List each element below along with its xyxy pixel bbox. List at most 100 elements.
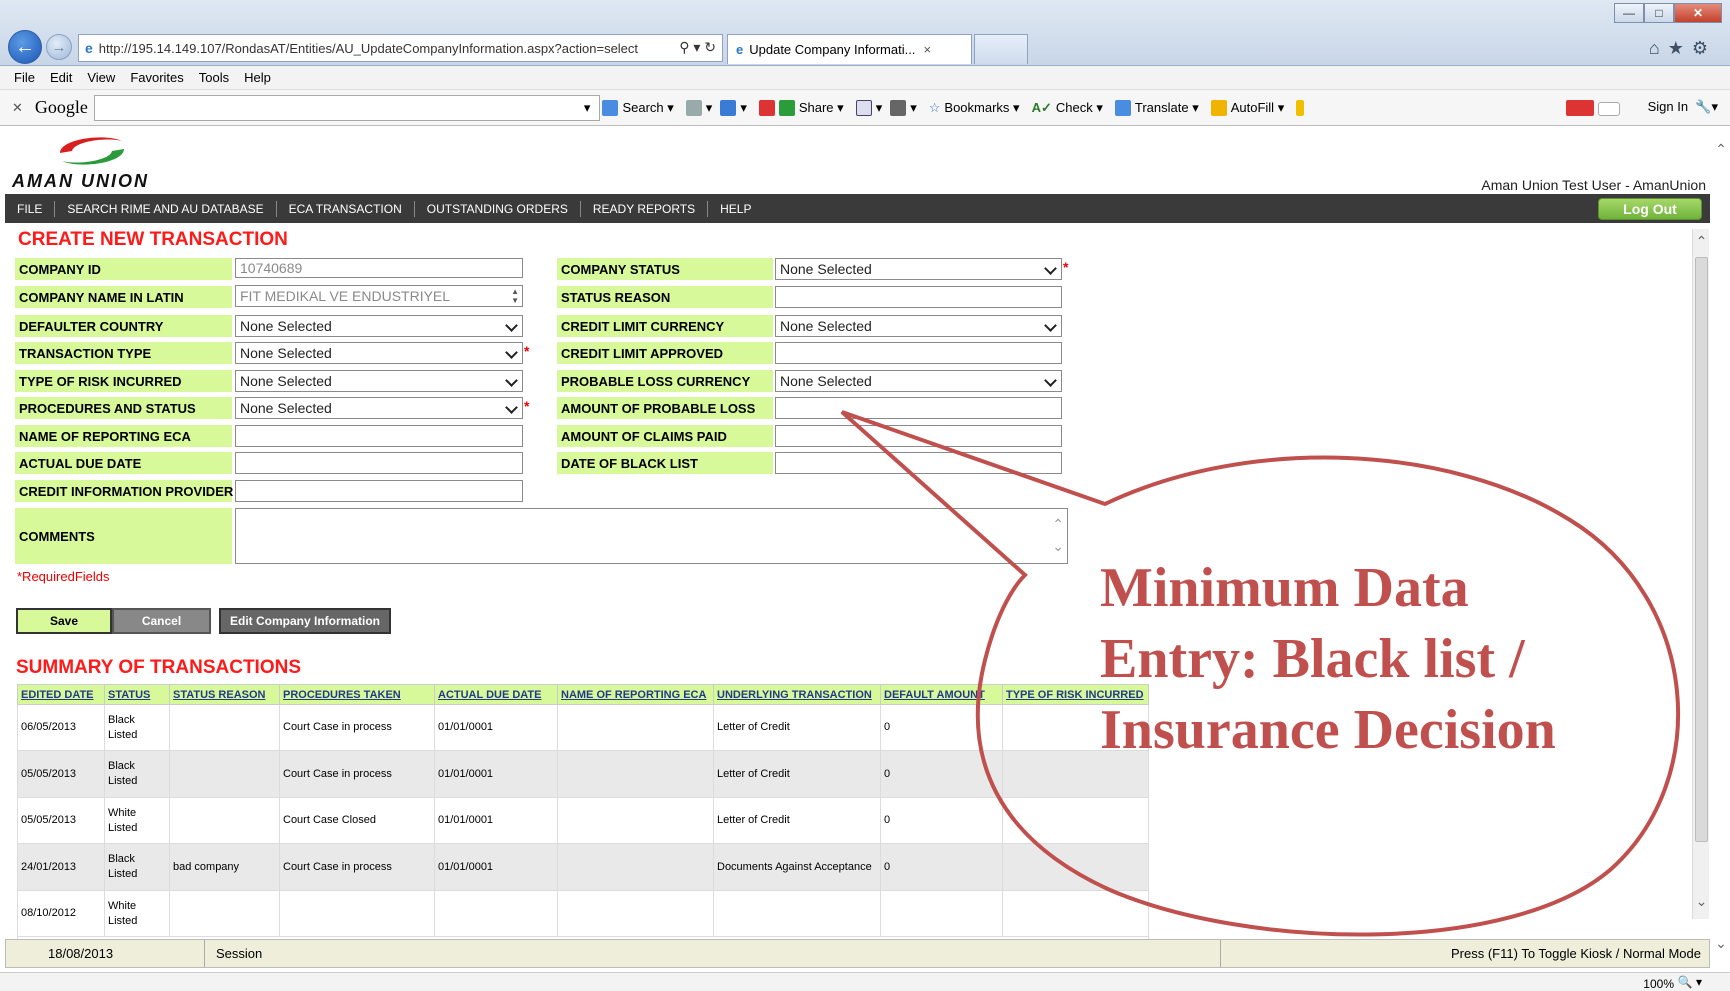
nav-help[interactable]: HELP <box>708 201 763 217</box>
status-hint: Press (F11) To Toggle Kiosk / Normal Mod… <box>1451 946 1701 961</box>
logout-button[interactable]: Log Out <box>1598 198 1702 220</box>
table-cell <box>1002 796 1149 845</box>
nav-file[interactable]: FILE <box>5 200 56 217</box>
label-defaulter-country: DEFAULTER COUNTRY <box>15 315 232 337</box>
ie-tab-icon: e <box>736 42 744 57</box>
table-row[interactable]: 24/01/2013 Black Listed bad company Cour… <box>17 843 1149 891</box>
col-default-amount[interactable]: DEFAULT AMOUNT <box>880 684 1003 705</box>
textarea-spinner-icon[interactable]: ▲ ▼ <box>511 287 519 305</box>
textarea-scroll-icon[interactable]: ⌃ ⌄ <box>1052 513 1064 557</box>
table-cell: 01/01/0001 <box>434 843 558 891</box>
window-controls: — □ ✕ <box>1614 3 1722 23</box>
col-underlying-transaction[interactable]: UNDERLYING TRANSACTION <box>713 684 881 705</box>
col-actual-due-date[interactable]: ACTUAL DUE DATE <box>434 684 558 705</box>
table-cell: Documents Against Acceptance <box>713 843 881 891</box>
credit-info-provider-input[interactable] <box>235 480 523 502</box>
actual-due-date-input[interactable] <box>235 452 523 474</box>
address-bar[interactable]: e http://195.14.149.107/RondasAT/Entitie… <box>78 34 723 62</box>
tab-close-icon[interactable]: × <box>923 42 931 57</box>
close-window-button[interactable]: ✕ <box>1674 3 1722 23</box>
toolbar-share[interactable]: Share ▾ <box>758 99 844 116</box>
table-row[interactable]: 05/05/2013 White Listed Court Case Close… <box>17 796 1149 845</box>
table-cell <box>557 703 714 752</box>
menu-file[interactable]: File <box>14 70 35 85</box>
col-status-reason[interactable]: STATUS REASON <box>169 684 280 705</box>
zoom-level[interactable]: 🔍 100% ▾ <box>1643 975 1702 991</box>
menu-view[interactable]: View <box>87 70 115 85</box>
transaction-type-select[interactable]: None Selected <box>235 342 523 364</box>
scrollbar-thumb[interactable] <box>1695 257 1708 842</box>
date-black-list-input[interactable] <box>775 452 1062 474</box>
sign-in-link[interactable]: Sign In 🔧▾ <box>1648 99 1718 115</box>
table-cell <box>880 889 1003 938</box>
table-cell: 0 <box>880 750 1003 798</box>
cancel-button[interactable]: Cancel <box>112 608 211 634</box>
new-tab-button[interactable] <box>974 34 1028 64</box>
browser-zoom-bar: 🔍 100% ▾ <box>0 972 1730 991</box>
amount-probable-loss-input[interactable] <box>775 397 1062 419</box>
probable-loss-currency-select[interactable]: None Selected <box>775 370 1062 392</box>
nav-eca-transaction[interactable]: ECA TRANSACTION <box>277 200 415 217</box>
toolbar-autofill[interactable]: AutoFill ▾ <box>1210 99 1284 116</box>
menu-help[interactable]: Help <box>244 70 271 85</box>
scroll-up-icon[interactable]: ⌃ <box>1693 233 1710 250</box>
comments-textarea[interactable]: ⌃ ⌄ <box>235 508 1068 564</box>
search-dropdown-icon[interactable]: ▾ <box>584 100 591 116</box>
forward-button[interactable]: → <box>46 34 72 60</box>
nav-search-database[interactable]: SEARCH RIME AND AU DATABASE <box>55 200 277 217</box>
reporting-eca-input[interactable] <box>235 425 523 447</box>
table-cell: Letter of Credit <box>713 796 881 845</box>
table-row[interactable]: 06/05/2013 Black Listed Court Case in pr… <box>17 703 1149 752</box>
tab-active[interactable]: e Update Company Informati... × <box>727 34 972 64</box>
required-marker: * <box>524 343 530 359</box>
col-procedures-taken[interactable]: PROCEDURES TAKEN <box>279 684 435 705</box>
col-edited-date[interactable]: EDITED DATE <box>17 684 105 705</box>
toolbar-search[interactable]: Search ▾ <box>602 99 674 116</box>
minimize-button[interactable]: — <box>1614 3 1644 23</box>
google-search-input[interactable] <box>93 94 600 121</box>
company-id-field[interactable]: 10740689 <box>235 258 523 278</box>
company-name-field[interactable]: FIT MEDIKAL VE ENDUSTRIYEL ▲ ▼ <box>235 285 523 307</box>
defaulter-country-select[interactable]: None Selected <box>235 315 523 337</box>
col-reporting-eca[interactable]: NAME OF REPORTING ECA <box>557 684 714 705</box>
content-scrollbar[interactable]: ⌃ ⌄ <box>1692 229 1709 919</box>
menu-edit[interactable]: Edit <box>50 70 72 85</box>
save-button[interactable]: Save <box>16 608 112 634</box>
scroll-down-icon[interactable]: ⌄ <box>1693 893 1710 910</box>
menu-tools[interactable]: Tools <box>199 70 229 85</box>
table-cell: Letter of Credit <box>713 703 881 752</box>
toolbar-misc-icons[interactable]: ▾ ▾ <box>685 99 747 116</box>
nav-outstanding-orders[interactable]: OUTSTANDING ORDERS <box>415 200 581 217</box>
toolbar-translate[interactable]: Translate ▾ <box>1114 99 1199 116</box>
plusone-icon[interactable] <box>1566 100 1620 119</box>
table-row[interactable]: 05/05/2013 Black Listed Court Case in pr… <box>17 750 1149 798</box>
status-reason-input[interactable] <box>775 286 1062 308</box>
back-button[interactable]: ← <box>8 30 42 64</box>
table-row[interactable]: 08/10/2012 White Listed <box>17 889 1149 938</box>
company-status-select[interactable]: None Selected <box>775 258 1062 280</box>
table-cell <box>169 889 280 938</box>
required-marker: * <box>524 398 530 414</box>
toolbar-popup-icon[interactable]: ▾ ▾ <box>855 99 917 116</box>
maximize-button[interactable]: □ <box>1644 3 1674 23</box>
home-favorites-settings-icons[interactable]: ⌂★⚙ <box>1649 38 1716 59</box>
page-scroll-up-icon[interactable]: ⌃ <box>1712 141 1730 158</box>
credit-limit-currency-select[interactable]: None Selected <box>775 315 1062 337</box>
amount-claims-paid-input[interactable] <box>775 425 1062 447</box>
procedures-status-select[interactable]: None Selected <box>235 397 523 419</box>
credit-limit-approved-input[interactable] <box>775 342 1062 364</box>
menu-favorites[interactable]: Favorites <box>130 70 183 85</box>
table-cell: 0 <box>880 796 1003 845</box>
risk-type-select[interactable]: None Selected <box>235 370 523 392</box>
toolbar-bookmarks[interactable]: ☆ Bookmarks ▾ <box>929 100 1020 116</box>
edit-company-button[interactable]: Edit Company Information <box>219 608 391 634</box>
close-toolbar-icon[interactable]: ✕ <box>12 100 23 116</box>
page-scroll-down-icon[interactable]: ⌄ <box>1712 935 1730 952</box>
nav-ready-reports[interactable]: READY REPORTS <box>581 200 709 217</box>
pencil-icon[interactable] <box>1296 99 1308 116</box>
search-refresh-icons[interactable]: ⚲ ▾ ↻ <box>679 39 716 56</box>
toolbar-check[interactable]: A✓ Check ▾ <box>1032 100 1103 116</box>
table-cell <box>169 703 280 752</box>
col-status[interactable]: STATUS <box>104 684 170 705</box>
table-cell: 0 <box>880 703 1003 752</box>
